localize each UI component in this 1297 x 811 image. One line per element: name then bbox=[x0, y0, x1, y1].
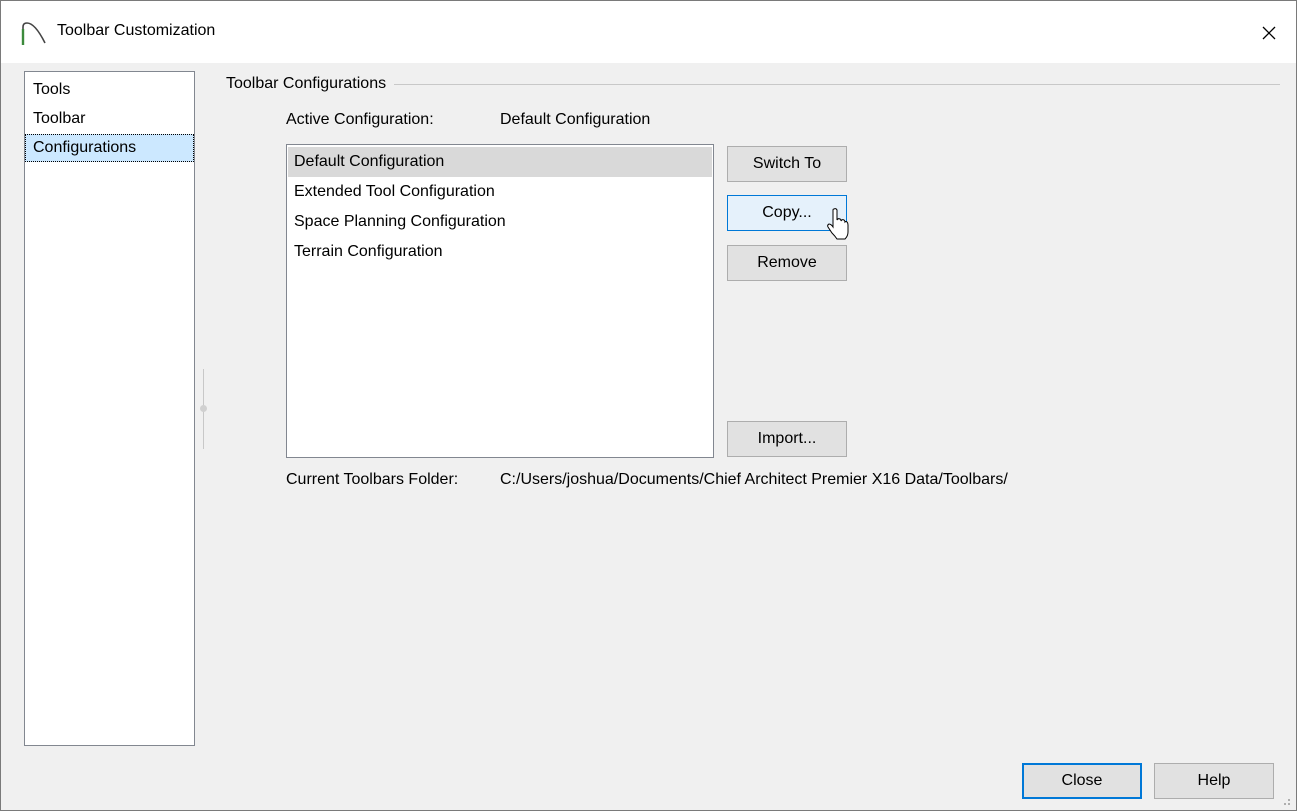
close-icon[interactable] bbox=[1251, 15, 1287, 51]
app-icon bbox=[21, 22, 46, 45]
category-list: Tools Toolbar Configurations bbox=[24, 71, 195, 746]
toolbars-folder-path: C:/Users/joshua/Documents/Chief Architec… bbox=[500, 471, 1008, 488]
close-button[interactable]: Close bbox=[1022, 763, 1142, 799]
list-item-default-configuration[interactable]: Default Configuration bbox=[288, 147, 712, 177]
active-configuration-value: Default Configuration bbox=[500, 111, 651, 128]
active-configuration-label: Active Configuration: bbox=[286, 111, 434, 128]
nav-item-tools[interactable]: Tools bbox=[25, 76, 194, 104]
nav-item-toolbar[interactable]: Toolbar bbox=[25, 105, 194, 133]
dialog-window: Toolbar Customization Tools Toolbar Conf… bbox=[0, 0, 1297, 811]
splitter-grip-icon bbox=[200, 405, 207, 412]
toolbars-folder-label: Current Toolbars Folder: bbox=[286, 471, 459, 488]
nav-item-configurations[interactable]: Configurations bbox=[25, 134, 194, 162]
remove-button[interactable]: Remove bbox=[727, 245, 847, 281]
list-item-extended-tool-configuration[interactable]: Extended Tool Configuration bbox=[288, 177, 712, 207]
list-item-space-planning-configuration[interactable]: Space Planning Configuration bbox=[288, 207, 712, 237]
resize-grip-icon[interactable] bbox=[1278, 793, 1292, 807]
pane-splitter[interactable] bbox=[200, 369, 207, 449]
group-title: Toolbar Configurations bbox=[226, 75, 395, 93]
configuration-list[interactable]: Default Configuration Extended Tool Conf… bbox=[286, 144, 714, 458]
title-bar: Toolbar Customization bbox=[1, 1, 1296, 63]
import-button[interactable]: Import... bbox=[727, 421, 847, 457]
copy-button[interactable]: Copy... bbox=[727, 195, 847, 231]
switch-to-button[interactable]: Switch To bbox=[727, 146, 847, 182]
help-button[interactable]: Help bbox=[1154, 763, 1274, 799]
window-title: Toolbar Customization bbox=[57, 22, 216, 39]
list-item-terrain-configuration[interactable]: Terrain Configuration bbox=[288, 237, 712, 267]
